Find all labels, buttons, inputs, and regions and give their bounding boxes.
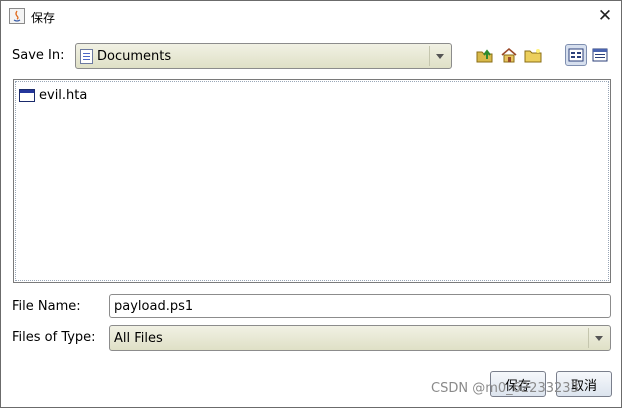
file-type-value: All Files — [114, 330, 163, 346]
save-dialog: 保存 ✕ Save In: Documents evil.hta File Na… — [0, 0, 622, 408]
file-type-combo[interactable]: All Files — [109, 325, 611, 351]
save-in-combo[interactable]: Documents — [75, 43, 452, 69]
save-in-value: Documents — [97, 48, 172, 64]
title-bar: 保存 ✕ — [1, 1, 621, 31]
file-name-input[interactable] — [109, 294, 611, 318]
java-app-icon — [9, 8, 25, 24]
up-one-level-icon — [476, 49, 493, 63]
file-type-label: Files of Type: — [12, 330, 96, 345]
file-list[interactable]: evil.hta — [13, 79, 611, 283]
document-folder-icon — [80, 48, 93, 64]
close-icon: ✕ — [597, 6, 613, 26]
cancel-button[interactable]: 取消 — [556, 371, 612, 397]
save-button[interactable]: 保存 — [490, 371, 546, 397]
list-item[interactable]: evil.hta — [19, 88, 87, 103]
hta-file-icon — [19, 89, 35, 102]
save-in-label: Save In: — [12, 48, 65, 63]
file-name: evil.hta — [39, 88, 88, 103]
close-button[interactable]: ✕ — [595, 6, 615, 26]
chevron-down-icon[interactable] — [588, 328, 608, 348]
home-button[interactable] — [498, 44, 520, 66]
home-icon — [501, 47, 517, 63]
file-list-viewport: evil.hta — [15, 81, 609, 281]
up-one-level-button[interactable] — [474, 44, 496, 66]
new-folder-button[interactable] — [522, 44, 544, 66]
list-view-icon — [568, 48, 584, 62]
window-title: 保存 — [31, 11, 56, 25]
details-view-icon — [592, 48, 608, 62]
file-name-label: File Name: — [12, 299, 81, 314]
new-folder-icon — [524, 49, 542, 63]
chevron-down-icon[interactable] — [429, 46, 449, 66]
details-view-button[interactable] — [589, 44, 611, 66]
list-view-button[interactable] — [565, 44, 587, 66]
